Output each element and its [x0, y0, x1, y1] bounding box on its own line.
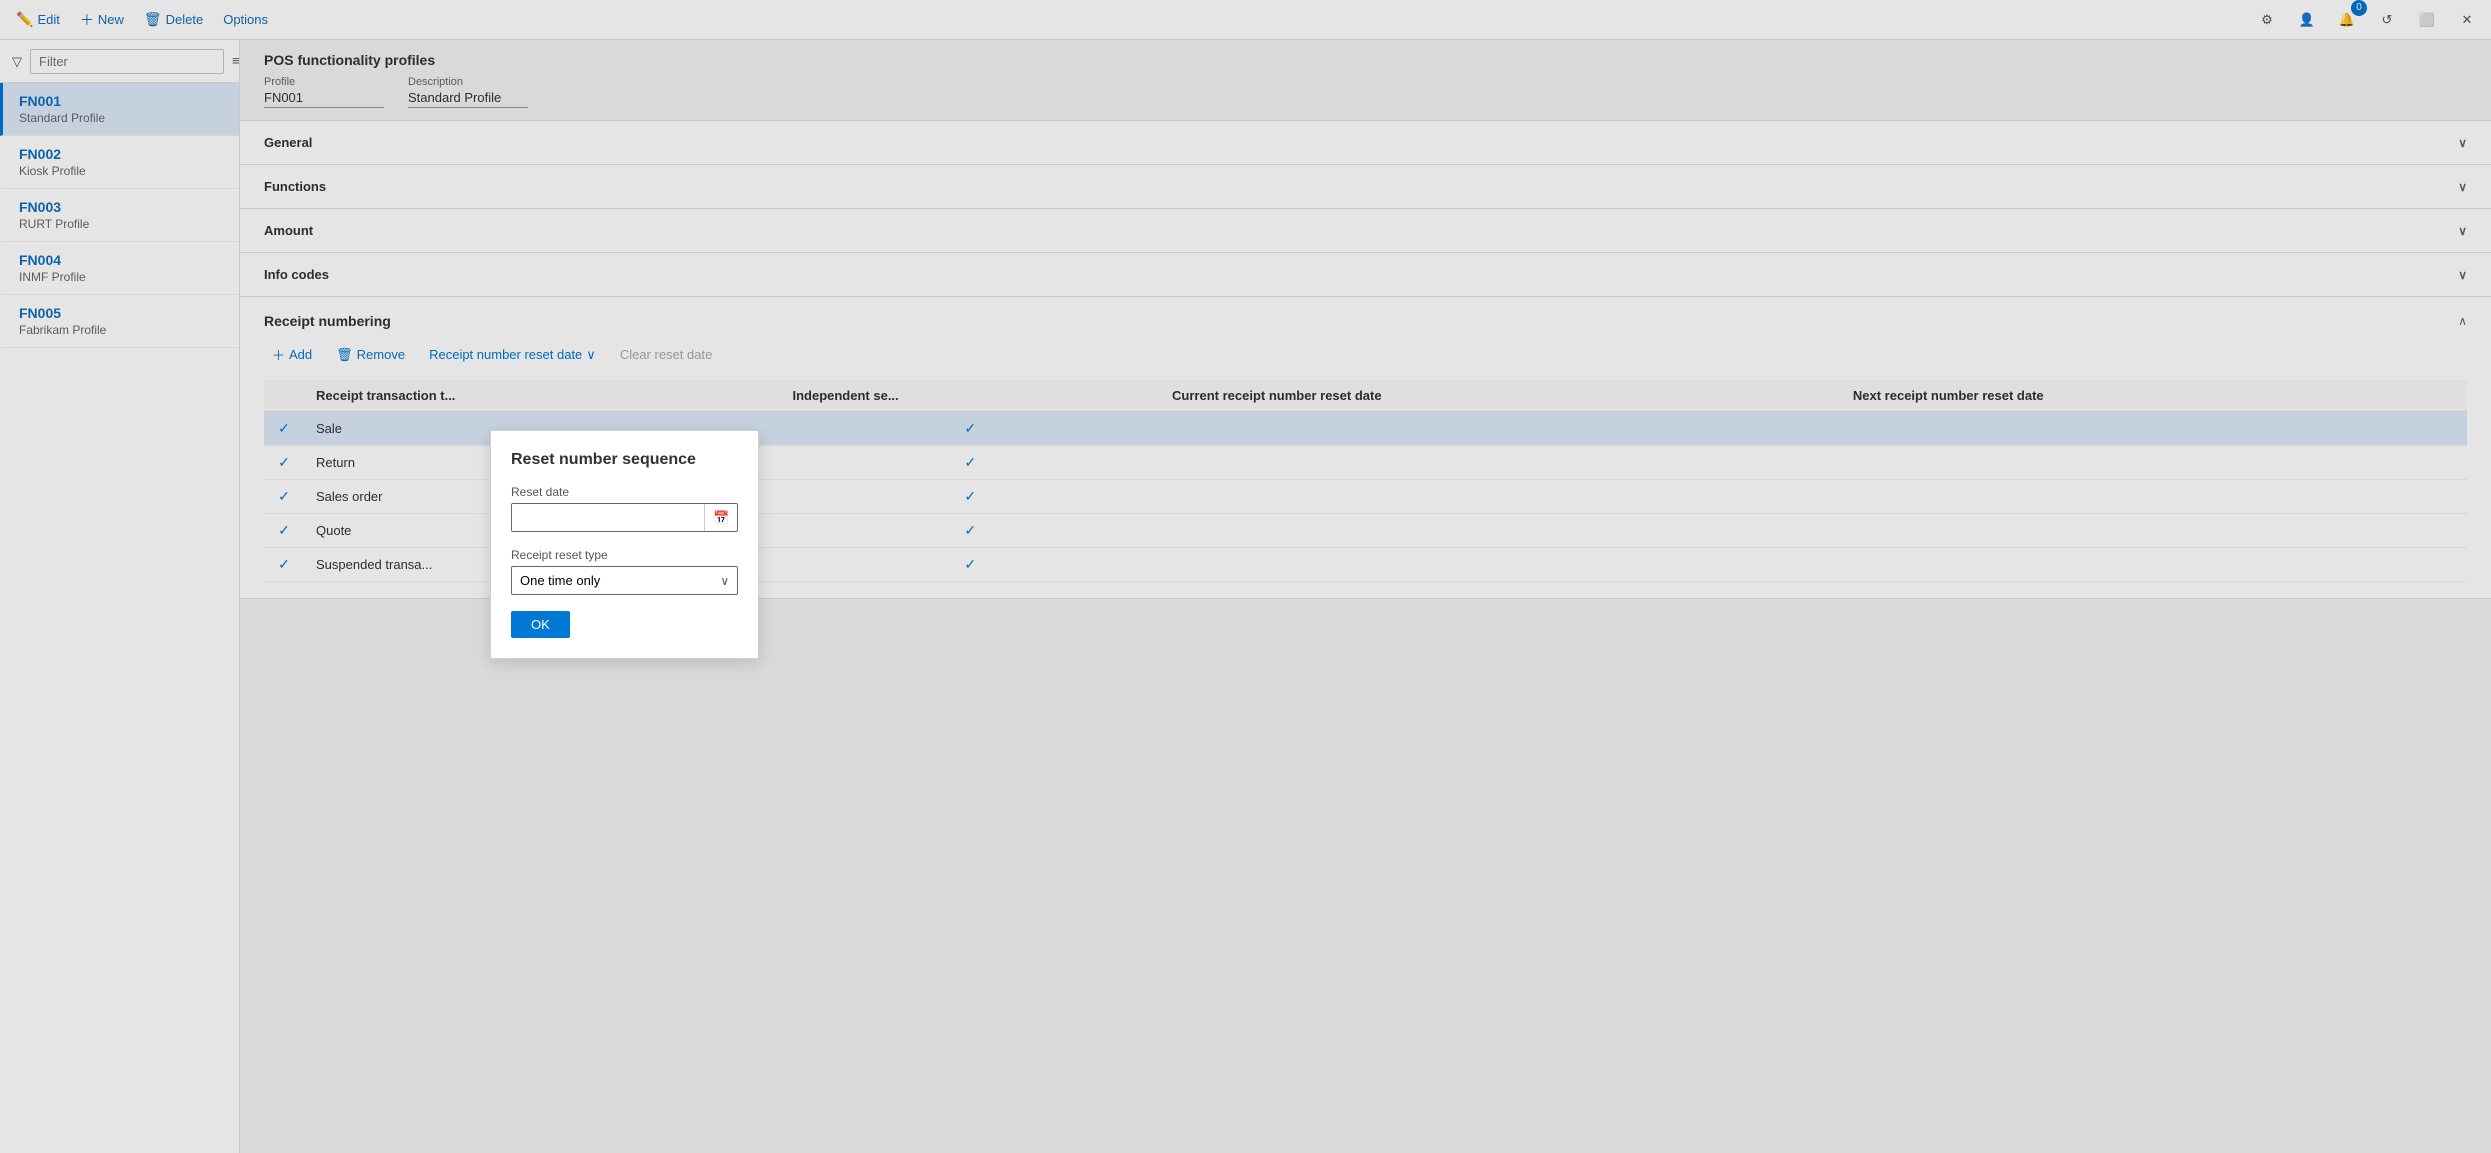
- modal-overlay: Reset number sequence Reset date 📅 Recei…: [0, 0, 2491, 1153]
- receipt-reset-type-group: Receipt reset type One time onlyDailyWee…: [511, 548, 738, 595]
- receipt-reset-type-label: Receipt reset type: [511, 548, 738, 562]
- modal-actions: OK: [511, 611, 738, 638]
- calendar-icon: 📅: [713, 510, 729, 525]
- select-wrapper: One time onlyDailyWeeklyMonthly ∨: [511, 566, 738, 595]
- select-arrow-icon: ∨: [720, 574, 729, 588]
- date-input-wrapper: 📅: [511, 503, 738, 532]
- reset-number-sequence-modal: Reset number sequence Reset date 📅 Recei…: [490, 430, 759, 659]
- reset-date-group: Reset date 📅: [511, 485, 738, 532]
- reset-date-label: Reset date: [511, 485, 738, 499]
- date-input[interactable]: [512, 504, 704, 531]
- calendar-icon-btn[interactable]: 📅: [704, 504, 737, 531]
- ok-button[interactable]: OK: [511, 611, 570, 638]
- reset-type-select[interactable]: One time onlyDailyWeeklyMonthly: [520, 567, 720, 594]
- modal-title: Reset number sequence: [511, 451, 738, 469]
